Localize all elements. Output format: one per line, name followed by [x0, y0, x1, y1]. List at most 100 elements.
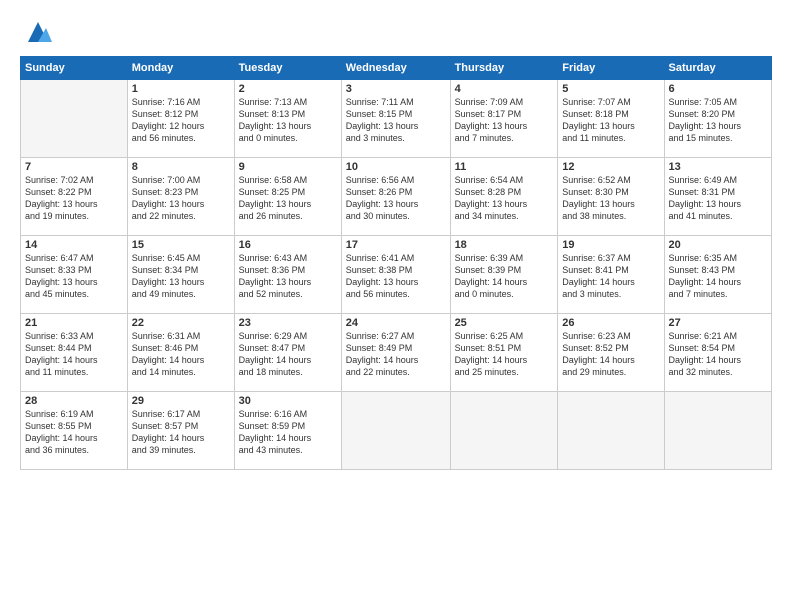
weekday-header-friday: Friday	[558, 57, 664, 80]
calendar-cell: 14Sunrise: 6:47 AM Sunset: 8:33 PM Dayli…	[21, 236, 128, 314]
week-row-1: 7Sunrise: 7:02 AM Sunset: 8:22 PM Daylig…	[21, 158, 772, 236]
day-number: 19	[562, 239, 659, 251]
day-number: 27	[669, 317, 767, 329]
day-number: 28	[25, 395, 123, 407]
weekday-header-tuesday: Tuesday	[234, 57, 341, 80]
day-info: Sunrise: 6:58 AM Sunset: 8:25 PM Dayligh…	[239, 174, 337, 223]
calendar-cell: 21Sunrise: 6:33 AM Sunset: 8:44 PM Dayli…	[21, 314, 128, 392]
day-info: Sunrise: 6:45 AM Sunset: 8:34 PM Dayligh…	[132, 252, 230, 301]
day-number: 7	[25, 161, 123, 173]
calendar-cell: 2Sunrise: 7:13 AM Sunset: 8:13 PM Daylig…	[234, 80, 341, 158]
calendar-cell: 25Sunrise: 6:25 AM Sunset: 8:51 PM Dayli…	[450, 314, 558, 392]
day-number: 29	[132, 395, 230, 407]
calendar-cell: 12Sunrise: 6:52 AM Sunset: 8:30 PM Dayli…	[558, 158, 664, 236]
logo	[20, 18, 52, 46]
day-info: Sunrise: 7:05 AM Sunset: 8:20 PM Dayligh…	[669, 96, 767, 145]
day-info: Sunrise: 6:31 AM Sunset: 8:46 PM Dayligh…	[132, 330, 230, 379]
week-row-0: 1Sunrise: 7:16 AM Sunset: 8:12 PM Daylig…	[21, 80, 772, 158]
day-number: 4	[455, 83, 554, 95]
header	[20, 18, 772, 46]
day-number: 15	[132, 239, 230, 251]
calendar-cell: 16Sunrise: 6:43 AM Sunset: 8:36 PM Dayli…	[234, 236, 341, 314]
day-info: Sunrise: 6:47 AM Sunset: 8:33 PM Dayligh…	[25, 252, 123, 301]
week-row-3: 21Sunrise: 6:33 AM Sunset: 8:44 PM Dayli…	[21, 314, 772, 392]
logo-icon	[24, 18, 52, 46]
calendar-cell	[450, 392, 558, 470]
day-number: 24	[346, 317, 446, 329]
calendar-cell: 19Sunrise: 6:37 AM Sunset: 8:41 PM Dayli…	[558, 236, 664, 314]
day-info: Sunrise: 7:16 AM Sunset: 8:12 PM Dayligh…	[132, 96, 230, 145]
calendar-cell: 20Sunrise: 6:35 AM Sunset: 8:43 PM Dayli…	[664, 236, 771, 314]
day-info: Sunrise: 6:52 AM Sunset: 8:30 PM Dayligh…	[562, 174, 659, 223]
day-info: Sunrise: 6:54 AM Sunset: 8:28 PM Dayligh…	[455, 174, 554, 223]
day-number: 12	[562, 161, 659, 173]
calendar-cell	[558, 392, 664, 470]
calendar-table: SundayMondayTuesdayWednesdayThursdayFrid…	[20, 56, 772, 470]
weekday-header-monday: Monday	[127, 57, 234, 80]
day-info: Sunrise: 6:41 AM Sunset: 8:38 PM Dayligh…	[346, 252, 446, 301]
day-info: Sunrise: 6:43 AM Sunset: 8:36 PM Dayligh…	[239, 252, 337, 301]
calendar-cell: 11Sunrise: 6:54 AM Sunset: 8:28 PM Dayli…	[450, 158, 558, 236]
calendar-cell: 28Sunrise: 6:19 AM Sunset: 8:55 PM Dayli…	[21, 392, 128, 470]
day-number: 18	[455, 239, 554, 251]
day-info: Sunrise: 6:39 AM Sunset: 8:39 PM Dayligh…	[455, 252, 554, 301]
calendar-cell: 3Sunrise: 7:11 AM Sunset: 8:15 PM Daylig…	[341, 80, 450, 158]
day-number: 9	[239, 161, 337, 173]
day-number: 30	[239, 395, 337, 407]
calendar-cell: 7Sunrise: 7:02 AM Sunset: 8:22 PM Daylig…	[21, 158, 128, 236]
calendar-cell: 27Sunrise: 6:21 AM Sunset: 8:54 PM Dayli…	[664, 314, 771, 392]
weekday-header-sunday: Sunday	[21, 57, 128, 80]
calendar-cell: 6Sunrise: 7:05 AM Sunset: 8:20 PM Daylig…	[664, 80, 771, 158]
day-info: Sunrise: 6:17 AM Sunset: 8:57 PM Dayligh…	[132, 408, 230, 457]
calendar-cell	[341, 392, 450, 470]
weekday-header-thursday: Thursday	[450, 57, 558, 80]
day-number: 5	[562, 83, 659, 95]
calendar-cell: 10Sunrise: 6:56 AM Sunset: 8:26 PM Dayli…	[341, 158, 450, 236]
calendar-cell: 1Sunrise: 7:16 AM Sunset: 8:12 PM Daylig…	[127, 80, 234, 158]
day-info: Sunrise: 6:37 AM Sunset: 8:41 PM Dayligh…	[562, 252, 659, 301]
day-info: Sunrise: 7:02 AM Sunset: 8:22 PM Dayligh…	[25, 174, 123, 223]
day-number: 14	[25, 239, 123, 251]
day-number: 20	[669, 239, 767, 251]
calendar-cell: 30Sunrise: 6:16 AM Sunset: 8:59 PM Dayli…	[234, 392, 341, 470]
calendar-cell: 15Sunrise: 6:45 AM Sunset: 8:34 PM Dayli…	[127, 236, 234, 314]
calendar-cell: 4Sunrise: 7:09 AM Sunset: 8:17 PM Daylig…	[450, 80, 558, 158]
day-info: Sunrise: 7:11 AM Sunset: 8:15 PM Dayligh…	[346, 96, 446, 145]
day-info: Sunrise: 6:29 AM Sunset: 8:47 PM Dayligh…	[239, 330, 337, 379]
day-number: 17	[346, 239, 446, 251]
day-info: Sunrise: 7:09 AM Sunset: 8:17 PM Dayligh…	[455, 96, 554, 145]
day-number: 3	[346, 83, 446, 95]
calendar-cell: 9Sunrise: 6:58 AM Sunset: 8:25 PM Daylig…	[234, 158, 341, 236]
calendar-cell: 18Sunrise: 6:39 AM Sunset: 8:39 PM Dayli…	[450, 236, 558, 314]
weekday-row: SundayMondayTuesdayWednesdayThursdayFrid…	[21, 57, 772, 80]
weekday-header-wednesday: Wednesday	[341, 57, 450, 80]
calendar-cell: 26Sunrise: 6:23 AM Sunset: 8:52 PM Dayli…	[558, 314, 664, 392]
day-number: 21	[25, 317, 123, 329]
calendar-body: 1Sunrise: 7:16 AM Sunset: 8:12 PM Daylig…	[21, 80, 772, 470]
day-number: 2	[239, 83, 337, 95]
day-info: Sunrise: 6:21 AM Sunset: 8:54 PM Dayligh…	[669, 330, 767, 379]
calendar-cell: 8Sunrise: 7:00 AM Sunset: 8:23 PM Daylig…	[127, 158, 234, 236]
day-number: 16	[239, 239, 337, 251]
day-number: 22	[132, 317, 230, 329]
day-number: 1	[132, 83, 230, 95]
day-number: 11	[455, 161, 554, 173]
day-info: Sunrise: 7:07 AM Sunset: 8:18 PM Dayligh…	[562, 96, 659, 145]
calendar-cell: 22Sunrise: 6:31 AM Sunset: 8:46 PM Dayli…	[127, 314, 234, 392]
calendar-cell: 24Sunrise: 6:27 AM Sunset: 8:49 PM Dayli…	[341, 314, 450, 392]
day-info: Sunrise: 7:00 AM Sunset: 8:23 PM Dayligh…	[132, 174, 230, 223]
page: SundayMondayTuesdayWednesdayThursdayFrid…	[0, 0, 792, 612]
week-row-2: 14Sunrise: 6:47 AM Sunset: 8:33 PM Dayli…	[21, 236, 772, 314]
day-info: Sunrise: 6:33 AM Sunset: 8:44 PM Dayligh…	[25, 330, 123, 379]
day-info: Sunrise: 6:23 AM Sunset: 8:52 PM Dayligh…	[562, 330, 659, 379]
day-info: Sunrise: 6:35 AM Sunset: 8:43 PM Dayligh…	[669, 252, 767, 301]
day-number: 8	[132, 161, 230, 173]
day-info: Sunrise: 6:56 AM Sunset: 8:26 PM Dayligh…	[346, 174, 446, 223]
calendar-cell	[21, 80, 128, 158]
day-number: 25	[455, 317, 554, 329]
day-info: Sunrise: 7:13 AM Sunset: 8:13 PM Dayligh…	[239, 96, 337, 145]
day-number: 13	[669, 161, 767, 173]
day-number: 6	[669, 83, 767, 95]
day-info: Sunrise: 6:49 AM Sunset: 8:31 PM Dayligh…	[669, 174, 767, 223]
calendar-cell: 23Sunrise: 6:29 AM Sunset: 8:47 PM Dayli…	[234, 314, 341, 392]
